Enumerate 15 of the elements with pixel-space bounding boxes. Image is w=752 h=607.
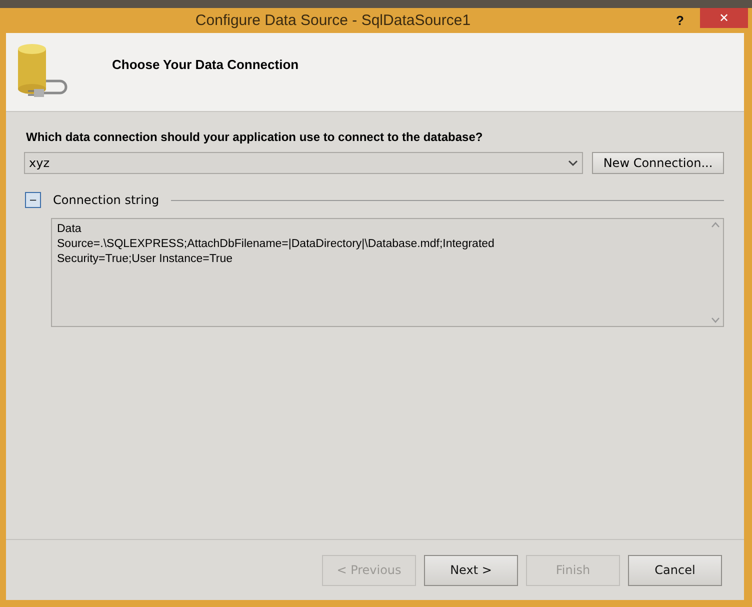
connection-dropdown[interactable]: xyz [24, 152, 583, 174]
question-label: Which data connection should your application use to connect to the database? [26, 130, 484, 144]
wizard-button[interactable]: Cancel [628, 554, 722, 586]
collapse-toggle[interactable]: – [25, 192, 41, 208]
chevron-down-icon [568, 160, 578, 166]
window-title: Configure Data Source - SqlDataSource1 [194, 12, 472, 29]
wizard-button[interactable]: Next > [424, 554, 518, 586]
new-connection-button[interactable]: New Connection... [592, 152, 724, 174]
close-button[interactable]: ✕ [700, 8, 748, 28]
scroll-down-icon[interactable] [710, 317, 720, 323]
help-button[interactable]: ? [666, 10, 694, 32]
connection-string-field[interactable]: Data Source=.\SQLEXPRESS;AttachDbFilename=|DataDirectory|\Database.mdf;Integrated Security=True;User Instance=True [51, 218, 724, 327]
page-title: Choose Your Data Connection [112, 57, 299, 72]
scroll-up-icon[interactable] [710, 222, 720, 228]
group-label: Connection string [53, 193, 160, 207]
